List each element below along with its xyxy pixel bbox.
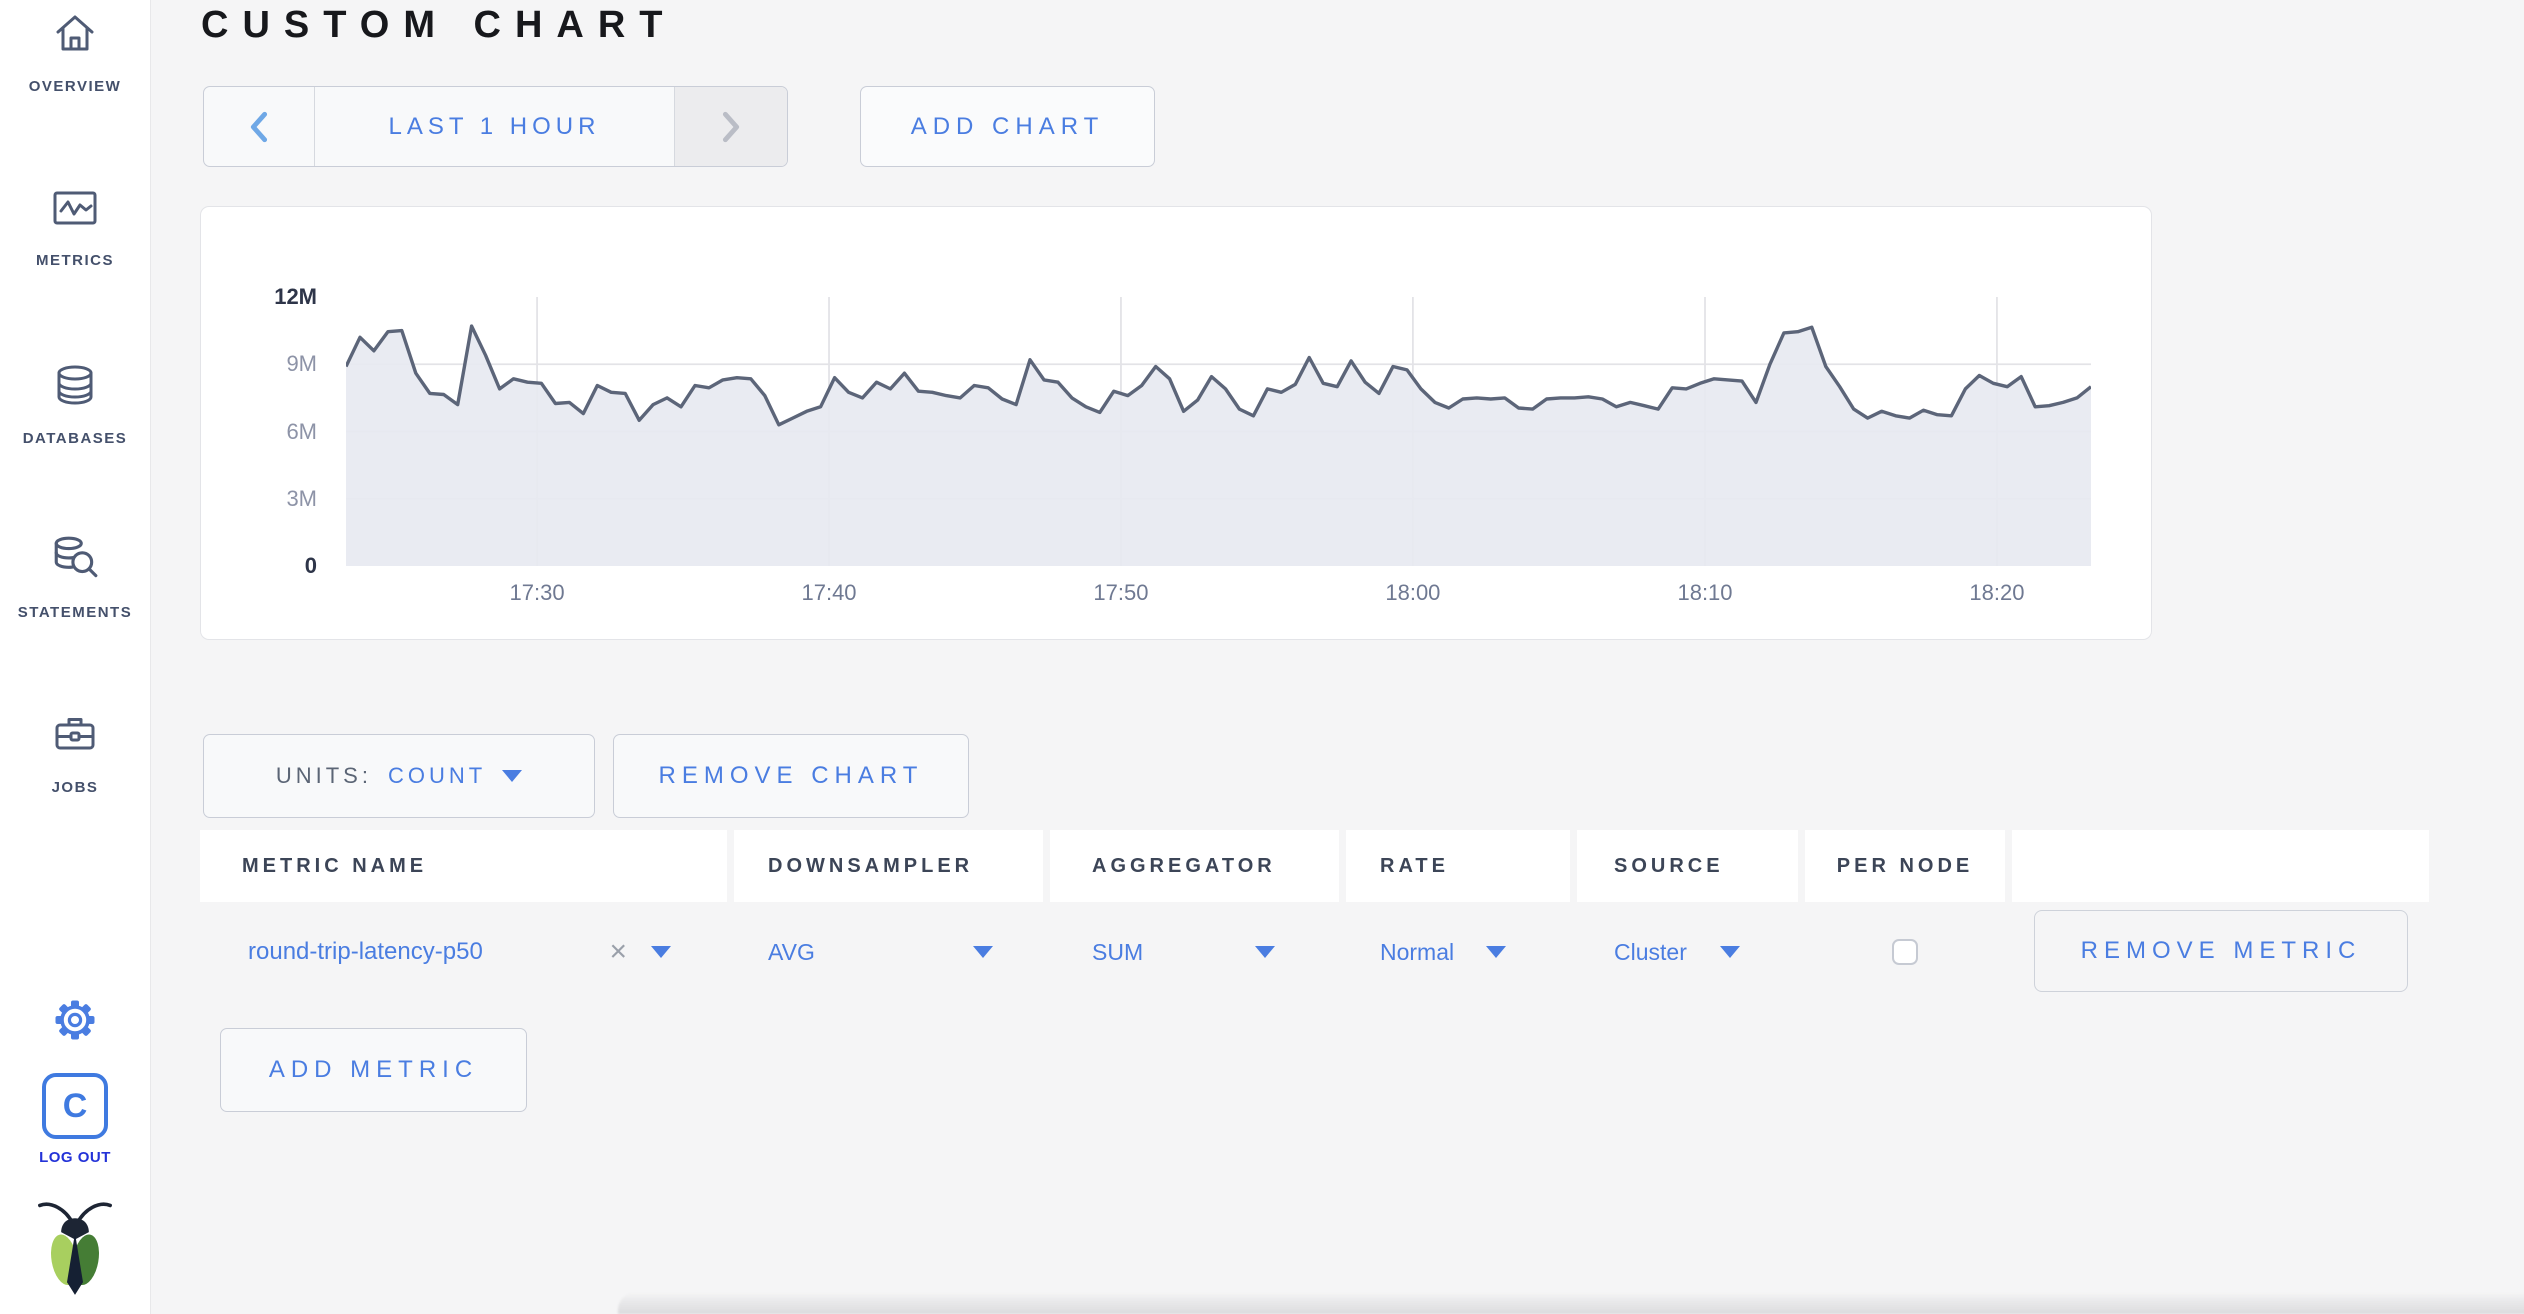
settings-button[interactable] <box>0 994 150 1046</box>
add-chart-button[interactable]: ADD CHART <box>860 86 1155 167</box>
metric-name-select[interactable]: round-trip-latency-p50 × <box>200 902 727 1002</box>
aggregator-value: SUM <box>1092 938 1144 965</box>
x-tick-label: 17:30 <box>509 580 565 605</box>
x-tick-label: 17:50 <box>1093 580 1149 605</box>
column-header-aggregator: AGGREGATOR <box>1050 830 1339 902</box>
clear-metric-icon[interactable]: × <box>609 937 627 967</box>
sidebar-item-metrics[interactable]: METRICS <box>0 184 150 269</box>
chevron-left-icon <box>250 111 268 142</box>
column-header-actions <box>2012 830 2429 902</box>
y-tick-label: 12M <box>274 284 317 309</box>
downsampler-value: AVG <box>768 938 815 965</box>
chevron-down-icon <box>502 770 523 782</box>
x-tick-label: 18:10 <box>1677 580 1733 605</box>
downsampler-select[interactable]: AVG <box>734 902 1043 1002</box>
rate-select[interactable]: Normal <box>1346 902 1570 1002</box>
metric-table-row: round-trip-latency-p50 × AVG SUM Normal … <box>200 902 2429 1002</box>
sidebar-item-statements[interactable]: STATEMENTS <box>0 534 150 621</box>
metric-name-value: round-trip-latency-p50 <box>248 938 483 965</box>
metrics-icon <box>53 191 97 225</box>
units-value: COUNT <box>387 763 487 788</box>
sidebar-item-label: JOBS <box>51 779 99 796</box>
time-window-dropdown[interactable]: LAST 1 HOUR <box>315 87 674 166</box>
home-icon <box>56 15 94 51</box>
units-dropdown[interactable]: UNITS: COUNT <box>203 734 595 818</box>
chevron-down-icon <box>1720 946 1740 958</box>
chevron-down-icon <box>973 946 993 958</box>
x-axis-labels: 17:30 17:40 17:50 18:00 18:10 18:20 <box>346 580 2091 612</box>
sidebar-item-jobs[interactable]: JOBS <box>0 711 150 796</box>
chart-plot <box>344 297 2093 566</box>
column-header-rate: RATE <box>1346 830 1570 902</box>
gear-icon <box>55 1000 95 1040</box>
chart-panel: 0 3M 6M 9M 12M 17:30 17:40 17:50 18:00 18:10 18:2… <box>200 206 2152 640</box>
chevron-down-icon <box>1255 946 1275 958</box>
x-tick-label: 17:40 <box>801 580 857 605</box>
per-node-checkbox[interactable] <box>1892 939 1918 965</box>
y-tick-label: 3M <box>286 485 317 511</box>
time-window-selector: LAST 1 HOUR <box>203 86 788 167</box>
sidebar-item-label: OVERVIEW <box>28 78 122 95</box>
cockroach-c-logo-icon: C <box>42 1073 108 1139</box>
x-tick-label: 18:20 <box>1969 580 2025 605</box>
chevron-down-icon[interactable] <box>651 946 671 958</box>
jobs-icon <box>55 718 95 750</box>
remove-metric-button[interactable]: REMOVE METRIC <box>2034 910 2408 992</box>
column-header-source: SOURCE <box>1577 830 1798 902</box>
metrics-table-header: METRIC NAME DOWNSAMPLER AGGREGATOR RATE … <box>200 830 2429 902</box>
column-header-metric-name: METRIC NAME <box>200 830 727 902</box>
cockroach-bug-icon <box>0 1198 150 1296</box>
sidebar-item-label: DATABASES <box>22 430 128 447</box>
source-value: Cluster <box>1614 938 1687 965</box>
y-tick-label: 0 <box>304 553 317 578</box>
logo-letter: C <box>62 1086 88 1125</box>
sidebar-item-overview[interactable]: OVERVIEW <box>0 10 150 95</box>
bottom-shadow <box>618 1292 2524 1314</box>
chevron-right-icon <box>722 111 740 142</box>
chevron-down-icon <box>1486 946 1506 958</box>
logout-button[interactable]: C LOG OUT <box>0 1073 150 1166</box>
column-header-per-node: PER NODE <box>1805 830 2005 902</box>
databases-icon <box>57 365 93 405</box>
y-tick-label: 9M <box>286 351 317 377</box>
x-tick-label: 18:00 <box>1385 580 1441 605</box>
source-select[interactable]: Cluster <box>1577 902 1798 1002</box>
rate-value: Normal <box>1380 938 1455 965</box>
statements-icon <box>54 536 98 578</box>
page-title: CUSTOM CHART <box>201 4 677 46</box>
logout-label: LOG OUT <box>39 1149 111 1166</box>
y-axis-labels: 0 3M 6M 9M 12M <box>201 284 331 578</box>
time-window-prev-button[interactable] <box>204 87 315 166</box>
sidebar-item-label: STATEMENTS <box>17 604 133 621</box>
remove-chart-button[interactable]: REMOVE CHART <box>613 734 969 818</box>
units-label: UNITS: <box>275 763 372 788</box>
sidebar-item-label: METRICS <box>36 252 114 269</box>
column-header-downsampler: DOWNSAMPLER <box>734 830 1043 902</box>
y-tick-label: 6M <box>286 418 317 444</box>
time-window-next-button[interactable] <box>674 87 787 166</box>
sidebar: OVERVIEW METRICS DATABASES STATEMENTS JO… <box>0 0 151 1314</box>
add-metric-button[interactable]: ADD METRIC <box>220 1028 527 1112</box>
aggregator-select[interactable]: SUM <box>1050 902 1339 1002</box>
sidebar-item-databases[interactable]: DATABASES <box>0 362 150 447</box>
